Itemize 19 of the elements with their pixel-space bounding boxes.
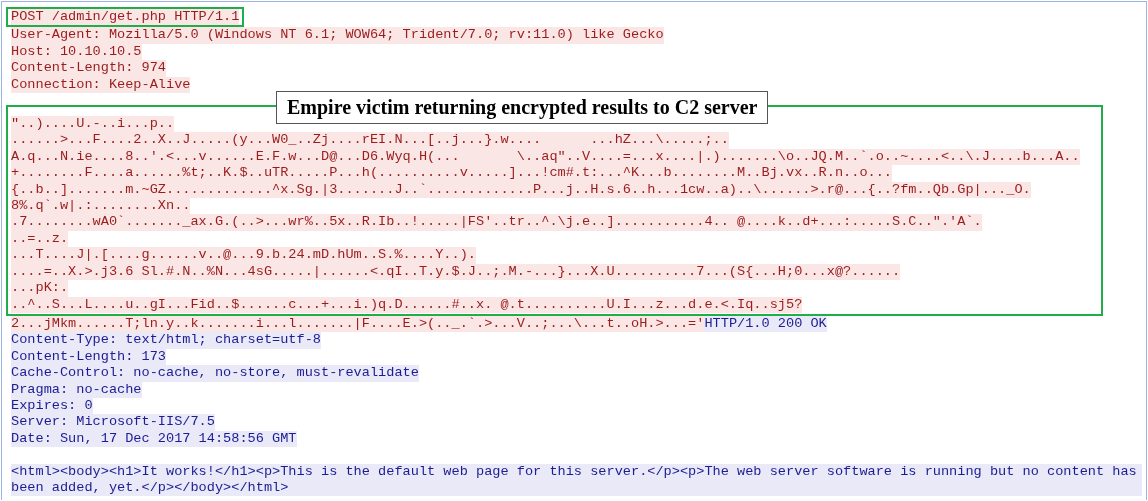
client-data-text: +........F....a......%t;..K.$..uTR.....P...h(..........v.....]...!cm#.t:...^K...b........M..Bj.vx..R.n..o... [11, 165, 893, 182]
client-data-text: ....=..X.>.j3.6 Sl.#.N..%N...4sG.....|......<.qI..T.y.$.J..;.M.-...}...X.U..........7...(S{...H;0...x@?...... [11, 263, 901, 281]
server-data-text: Date: Sun, 17 Dec 2017 14:58:56 GMT [11, 430, 297, 448]
server-data-text: Content-Type: text/html; charset=utf-8 [11, 332, 321, 349]
server-data-text: Cache-Control: no-cache, no-store, must-revalidate [11, 365, 419, 382]
server-data-text: Server: Microsoft-IIS/7.5 [11, 414, 215, 431]
server-data-text: <html><body><h1>It works!</h1><p>This is the default web page for this server.</p><p>The web server software is running but no content has been added, yet.</p></body></html> [11, 463, 1142, 497]
client-data-text: .7........wA0`......._ax.G.(..>...wr%..5x..R.Ib..!.....|FS'..tr..^.\j.e..]...........4.. @....k..d+...:.....S.C..".'A`. [11, 214, 982, 231]
client-data-text: A.q...N.ie....8..'.<...v......E.F.w...D@...D6.Wyq.H(... \..aq"..V....=...x....|.).......\o..JQ.M..`.o..~....<..\.J....b...A.. [11, 148, 1080, 166]
client-data-text: Content-Length: 974 [11, 60, 166, 77]
client-data-text: User-Agent: Mozilla/5.0 (Windows NT 6.1; WOW64; Trident/7.0; rv:11.0) like Gecko [11, 27, 664, 44]
client-data-text: ......>...F....2..X..J.....(y...W0_..Zj....rEI.N...[..j...}.w.... ...hZ...\.....;.. [11, 132, 729, 149]
client-data-text: ...T....J|.[....g......v..@...9.b.24.mD.hUm..S.%....Y..). [11, 247, 476, 264]
client-data-text: 8%.q`.w|.:........Xn.. [11, 198, 191, 215]
client-data-text: ..^..S...L....u..gI...Fid..$......c...+...i.)q.D......#..x. @.t..........U.I...z...d.e.<.Iq..sj5? [11, 296, 803, 313]
callout-label: Empire victim returning encrypted results to C2 server [276, 91, 769, 125]
client-data-text: ...pK:. [11, 280, 69, 297]
client-data-text: "..)....U.-..i...p.. [11, 116, 175, 133]
client-data-text: POST /admin/get.php HTTP/1.1 [11, 9, 240, 26]
